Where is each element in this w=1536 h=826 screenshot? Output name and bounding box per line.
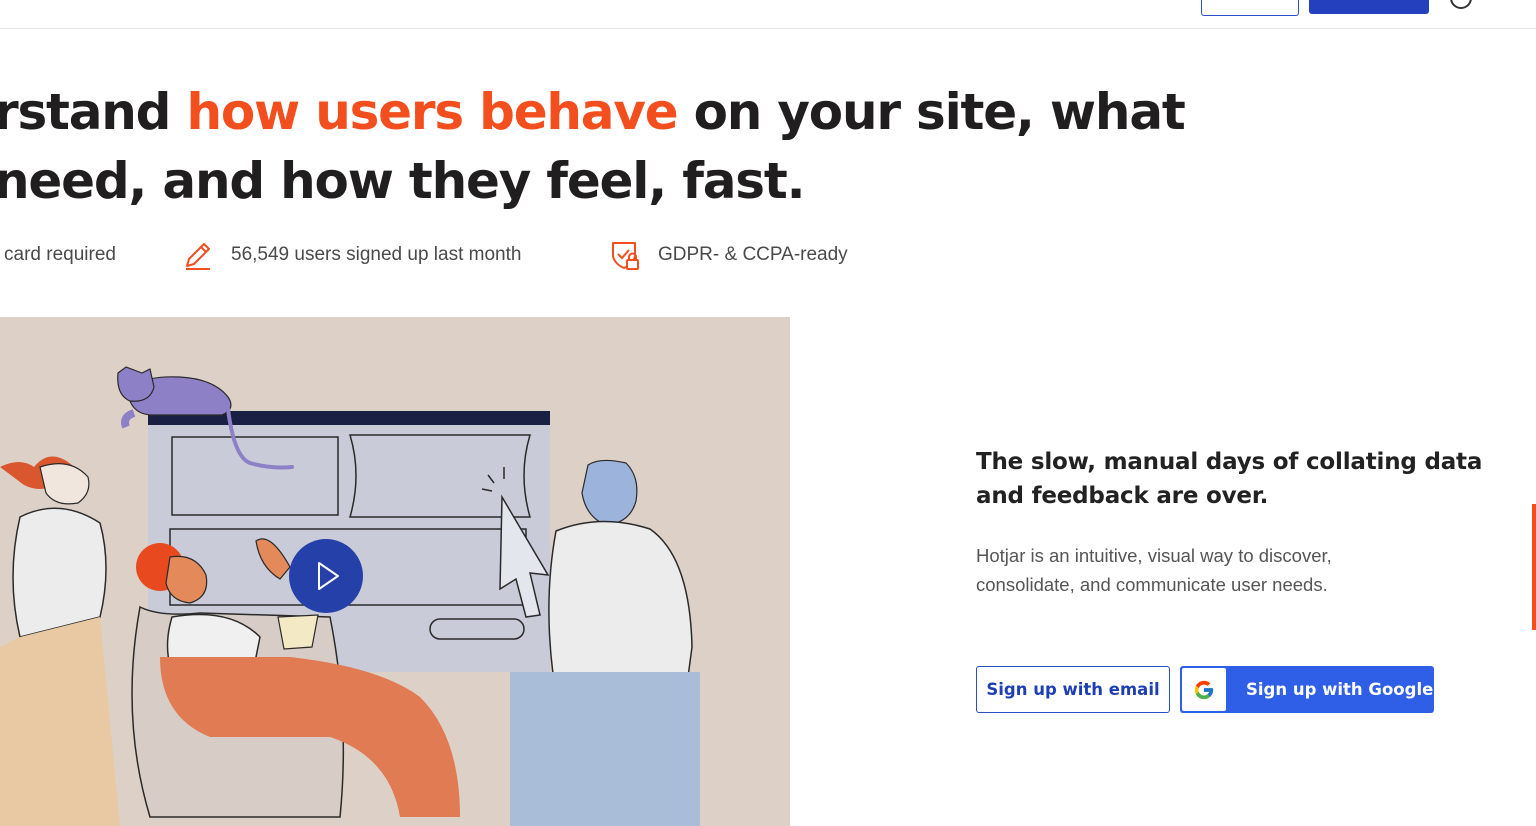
headline-text: on your site, what	[677, 83, 1186, 141]
signup-google-label: Sign up with Google	[1246, 680, 1434, 699]
hero-illustration	[0, 317, 790, 826]
old-man-legs	[510, 672, 700, 826]
trust-item-gdpr: GDPR- & CCPA-ready	[609, 240, 848, 270]
feedback-tab-edge[interactable]	[1532, 504, 1536, 630]
shield-lock-icon	[609, 239, 641, 271]
old-man-head	[581, 459, 638, 526]
google-icon	[1182, 668, 1226, 711]
signup-google-button[interactable]: Sign up with Google	[1180, 666, 1434, 713]
coffee-cup	[277, 614, 319, 650]
signup-email-button[interactable]: Sign up with email	[976, 666, 1170, 713]
woman-sweater	[12, 507, 107, 638]
video-play-button[interactable]	[289, 539, 363, 613]
headline-text: rstand	[0, 83, 187, 141]
trust-item-card: card required	[4, 240, 116, 270]
hero-headline: rstand how users behave on your site, wh…	[0, 78, 1294, 216]
woman-face	[39, 463, 90, 505]
signup-email-label: Sign up with email	[986, 680, 1160, 699]
help-icon[interactable]	[1449, 0, 1473, 10]
woman-legs	[0, 617, 120, 826]
cat-paw	[121, 409, 136, 429]
cat-head	[117, 366, 155, 402]
trust-item-signups: 56,549 users signed up last month	[182, 240, 521, 270]
headline-text: need, and how they feel, fast.	[0, 152, 806, 210]
pencil-icon	[182, 239, 214, 271]
nav-signup-button[interactable]	[1309, 0, 1429, 14]
nav-login-button[interactable]	[1201, 0, 1299, 16]
top-nav: • • •	[0, 0, 1536, 29]
headline-accent: how users behave	[186, 83, 678, 141]
hero-description: Hotjar is an intuitive, visual way to di…	[976, 545, 1332, 595]
hero-subheading: The slow, manual days of collating data …	[976, 449, 1483, 509]
trust-text: card required	[4, 244, 116, 265]
nav-links-cropped: • • •	[150, 0, 181, 6]
trust-text: 56,549 users signed up last month	[231, 244, 522, 265]
trust-text: GDPR- & CCPA-ready	[658, 244, 848, 265]
